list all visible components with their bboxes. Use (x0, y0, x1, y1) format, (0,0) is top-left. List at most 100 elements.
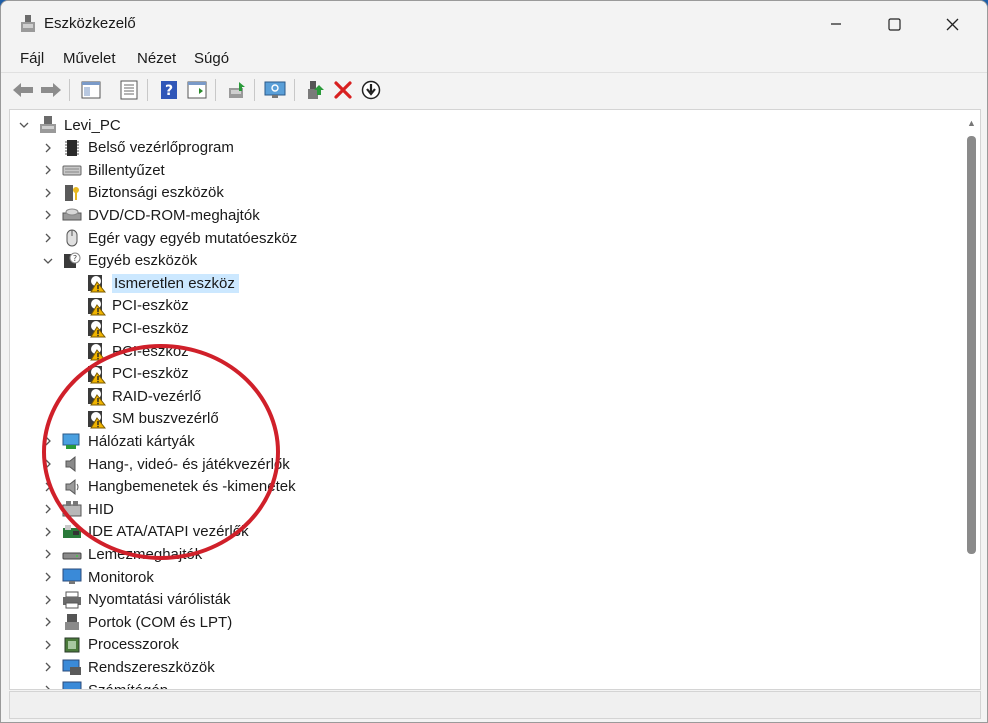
tree-item-label: Ismeretlen eszköz (112, 273, 239, 293)
forward-button[interactable] (39, 78, 63, 102)
vertical-scrollbar[interactable]: ▲ (964, 114, 978, 688)
tree-item-label: Belső vezérlőprogram (88, 139, 234, 157)
tree-category[interactable]: Billentyűzet (62, 159, 165, 181)
minimize-button[interactable] (807, 1, 865, 47)
tree-category[interactable]: Rendszereszközök (62, 656, 215, 678)
action-pane-button[interactable] (185, 78, 209, 102)
chevron-right-icon[interactable] (42, 458, 54, 470)
menu-view[interactable]: Nézet (137, 50, 176, 67)
tree-item-label: RAID-vezérlő (112, 387, 202, 405)
menu-help[interactable]: Súgó (194, 50, 229, 67)
window-title: Eszközkezelő (44, 15, 136, 32)
scan-hardware-button[interactable] (263, 78, 287, 102)
warning-device-icon (88, 388, 106, 406)
tree-category[interactable]: Hálózati kártyák (62, 430, 195, 452)
tree-item-label: Nyomtatási várólisták (88, 591, 231, 609)
computer-icon (62, 681, 82, 689)
tree-root-computer[interactable]: Levi_PC (38, 114, 121, 136)
toolbar-separator (215, 79, 216, 101)
tree-item-label: Monitorok (88, 568, 154, 586)
help-icon: ? (161, 81, 177, 99)
chevron-right-icon[interactable] (42, 639, 54, 651)
chevron-right-icon[interactable] (42, 684, 54, 690)
tree-category[interactable]: Lemezmeghajtók (62, 543, 202, 565)
tree-category[interactable]: ? Egyéb eszközök (62, 250, 197, 272)
printer-icon (63, 591, 81, 609)
chevron-right-icon[interactable] (42, 526, 54, 538)
chevron-right-icon[interactable] (42, 232, 54, 244)
tree-item-label: Lemezmeghajtók (88, 545, 203, 563)
device-manager-window: Eszközkezelő Fájl Művelet Nézet Súgó ? L… (0, 0, 988, 723)
chevron-right-icon[interactable] (42, 548, 54, 560)
chevron-right-icon[interactable] (42, 503, 54, 515)
scroll-thumb[interactable] (967, 136, 976, 554)
device-tree-panel[interactable]: Levi_PC Belső vezérlőprogram Billentyűzet B… (9, 109, 981, 690)
tree-device-item[interactable]: RAID-vezérlő (86, 385, 201, 407)
tree-category[interactable]: Egér vagy egyéb mutatóeszköz (62, 227, 297, 249)
tree-category[interactable]: Számítógép (62, 679, 169, 690)
tree-category[interactable]: Hang-, videó- és játékvezérlők (62, 453, 290, 475)
computer-root-icon (40, 116, 56, 133)
tree-category[interactable]: DVD/CD-ROM-meghajtók (62, 204, 260, 226)
tree-item-label: Levi_PC (64, 116, 121, 134)
close-button[interactable] (923, 1, 981, 47)
tree-device-item[interactable]: PCI-eszköz (86, 317, 189, 339)
maximize-button[interactable] (865, 1, 923, 47)
tree-category[interactable]: Monitorok (62, 566, 154, 588)
chevron-right-icon[interactable] (42, 142, 54, 154)
tree-item-label: Billentyűzet (88, 161, 165, 179)
chevron-right-icon[interactable] (42, 571, 54, 583)
tree-category[interactable]: Nyomtatási várólisták (62, 589, 231, 611)
forward-arrow-icon (41, 83, 61, 97)
close-icon (946, 18, 958, 30)
tree-item-label: Egér vagy egyéb mutatóeszköz (88, 229, 298, 247)
update-driver-button[interactable] (225, 78, 249, 102)
tree-item-label: HID (88, 500, 114, 518)
disable-device-button[interactable] (359, 78, 383, 102)
chevron-right-icon[interactable] (42, 616, 54, 628)
menu-file[interactable]: Fájl (20, 50, 44, 67)
add-driver-button[interactable] (303, 78, 327, 102)
toolbar-separator (294, 79, 295, 101)
tree-device-item[interactable]: SM buszvezérlő (86, 408, 219, 430)
tree-device-item[interactable]: PCI-eszköz (86, 340, 189, 362)
tree-device-item[interactable]: PCI-eszköz (86, 363, 189, 385)
chevron-right-icon[interactable] (42, 435, 54, 447)
scroll-up-icon[interactable]: ▲ (967, 118, 976, 128)
details-list-button[interactable] (117, 78, 141, 102)
tree-category[interactable]: Belső vezérlőprogram (62, 137, 234, 159)
disable-icon (361, 80, 381, 100)
chevron-right-icon[interactable] (42, 661, 54, 673)
tree-category[interactable]: Portok (COM és LPT) (62, 611, 232, 633)
tree-item-label: Számítógép (88, 681, 169, 690)
chevron-right-icon[interactable] (42, 209, 54, 221)
firmware-chip-icon (65, 139, 79, 156)
properties-pane-button[interactable] (79, 78, 103, 102)
tree-item-label: PCI-eszköz (112, 365, 189, 383)
tree-category[interactable]: Biztonsági eszközök (62, 182, 224, 204)
uninstall-button[interactable] (331, 78, 355, 102)
port-icon (65, 614, 79, 631)
tree-category[interactable]: Processzorok (62, 634, 179, 656)
help-button[interactable]: ? (157, 78, 181, 102)
tree-device-item[interactable]: Ismeretlen eszköz (86, 272, 239, 294)
chevron-right-icon[interactable] (42, 481, 54, 493)
tree-device-item[interactable]: PCI-eszköz (86, 295, 189, 317)
unknown-device-icon: ? (64, 252, 81, 268)
toolbar-separator (254, 79, 255, 101)
chevron-right-icon[interactable] (42, 164, 54, 176)
tree-item-label: PCI-eszköz (112, 297, 189, 315)
speaker-icon (65, 455, 76, 473)
tree-category[interactable]: IDE ATA/ATAPI vezérlők (62, 521, 249, 543)
tree-item-label: Rendszereszközök (88, 658, 215, 676)
network-adapter-icon (62, 433, 80, 450)
tree-category[interactable]: Hangbemenetek és -kimenetek (62, 476, 296, 498)
back-button[interactable] (11, 78, 35, 102)
chevron-down-icon[interactable] (18, 119, 30, 131)
chevron-right-icon[interactable] (42, 594, 54, 606)
chevron-right-icon[interactable] (42, 187, 54, 199)
tree-category[interactable]: HID (62, 498, 114, 520)
menu-action[interactable]: Művelet (63, 50, 116, 67)
chevron-down-icon[interactable] (42, 255, 54, 267)
minimize-icon (831, 23, 841, 25)
